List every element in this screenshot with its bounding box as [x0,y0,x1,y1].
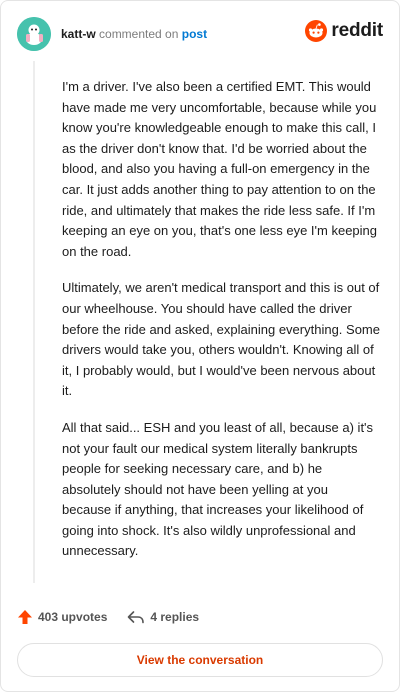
commented-on-text: commented on [99,27,179,41]
comment-paragraph: Ultimately, we aren't medical transport … [62,280,380,399]
reddit-logo-icon [305,20,328,42]
comment-actions: 403 upvotes 4 replies [17,609,199,625]
reddit-wordmark: reddit [331,20,383,41]
user-avatar[interactable] [17,17,51,51]
comment-header: katt-w commented on post reddit [17,17,383,51]
comment-paragraph: All that said... ESH and you least of al… [62,419,374,559]
comment-embed-card: katt-w commented on post reddit I'm a dr… [0,0,400,692]
reply-arrow-icon [128,611,145,624]
reply-count: 4 replies [150,610,200,624]
reddit-brand[interactable]: reddit [305,20,383,42]
comment-meta: katt-w commented on post [61,27,207,41]
upvote-button[interactable]: 403 upvotes [17,609,107,625]
post-link[interactable]: post [182,27,207,41]
replies-button[interactable]: 4 replies [127,610,199,624]
comment-paragraph: I'm a driver. I've also been a certified… [62,79,378,259]
thread-line[interactable] [33,61,35,583]
view-conversation-button[interactable]: View the conversation [17,643,383,677]
upvote-count: 403 upvotes [38,610,108,624]
upvote-arrow-icon [18,610,32,624]
comment-body: I'm a driver. I've also been a certified… [62,77,380,578]
username-link[interactable]: katt-w [61,27,96,41]
snoo-avatar-icon [17,17,51,51]
